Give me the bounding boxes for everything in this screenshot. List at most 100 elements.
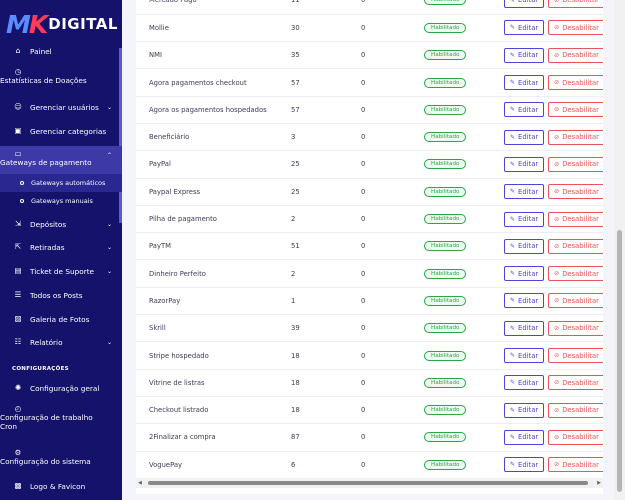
horizontal-scroll-thumb[interactable] (148, 481, 588, 485)
edit-button[interactable]: ✎ Editar (504, 184, 545, 200)
disable-button[interactable]: ⊘ Desabilitar (548, 129, 603, 145)
status-cell: Habilitado (424, 205, 504, 232)
table-row: Agora os pagamentos hospedados 57 0 Habi… (136, 96, 603, 124)
sidebar-item-config-sistema[interactable]: ⚙ Configuração do sistema (0, 449, 122, 469)
gateway-currencies: 2 (291, 269, 296, 278)
sidebar-item-config-cron[interactable]: ◴ Configuração de trabalho Cron (0, 405, 122, 435)
edit-button[interactable]: ✎ Editar (504, 293, 545, 309)
status-badge: Habilitado (424, 377, 467, 388)
table-row: Mollie 30 0 Habilitado ✎ Editar ⊘ Desabilit… (136, 14, 603, 42)
disable-button[interactable]: ⊘ Desabilitar (548, 375, 603, 391)
horizontal-scrollbar[interactable]: ◀ ▶ (136, 478, 603, 488)
edit-button[interactable]: ✎ Editar (504, 129, 545, 145)
sidebar-item-gateways[interactable]: ▭ Gateways de pagamento ⌃ (0, 146, 122, 174)
edit-button[interactable]: ✎ Editar (504, 75, 545, 91)
pencil-icon: ✎ (510, 24, 516, 32)
table-row: PayTM 51 0 Habilitado ✎ Editar ⊘ Desabilita… (136, 233, 603, 260)
disable-button[interactable]: ⊘ Desabilitar (548, 211, 603, 227)
table-row: VoguePay 6 0 Habilitado ✎ Editar ⊘ Desabili… (136, 451, 603, 479)
edit-button[interactable]: ✎ Editar (504, 402, 545, 418)
edit-button[interactable]: ✎ Editar (504, 47, 545, 63)
sidebar-item-usuarios[interactable]: ☺ Gerenciar usuários ⌄ (0, 101, 122, 113)
report-icon: ☷ (14, 337, 22, 346)
edit-button[interactable]: ✎ Editar (504, 0, 545, 8)
eye-slash-icon: ⊘ (554, 160, 560, 168)
disable-button[interactable]: ⊘ Desabilitar (548, 457, 603, 473)
table-row: Skrill 39 0 Habilitado ✎ Editar ⊘ Desabilit… (136, 315, 603, 342)
eye-slash-icon: ⊘ (554, 297, 560, 305)
pencil-icon: ✎ (510, 270, 516, 278)
disable-button[interactable]: ⊘ Desabilitar (548, 293, 603, 309)
disable-button[interactable]: ⊘ Desabilitar (548, 429, 603, 445)
edit-button[interactable]: ✎ Editar (504, 156, 545, 172)
vertical-scrollbar[interactable] (614, 0, 625, 500)
pencil-icon: ✎ (510, 379, 516, 387)
sidebar-item-relatorio[interactable]: ☷ Relatório ⌄ (0, 336, 122, 348)
disable-button[interactable]: ⊘ Desabilitar (548, 75, 603, 91)
gateway-name: PayTM (149, 242, 171, 251)
edit-button[interactable]: ✎ Editar (504, 266, 545, 282)
disable-button[interactable]: ⊘ Desabilitar (548, 266, 603, 282)
actions-cell: ✎ Editar ⊘ Desabilitar (504, 123, 603, 150)
gateway-currencies: 2 (291, 215, 296, 224)
sidebar-item-ticket[interactable]: ▤ Ticket de Suporte ⌄ (0, 265, 122, 277)
gateway-count: 0 (361, 269, 366, 278)
edit-button[interactable]: ✎ Editar (504, 457, 545, 473)
status-cell: Habilitado (424, 69, 504, 96)
edit-button[interactable]: ✎ Editar (504, 429, 545, 445)
gateway-count: 0 (361, 296, 366, 305)
logo[interactable]: MK DIGITAL (6, 10, 118, 39)
category-icon: ▣ (14, 126, 22, 135)
card-icon: ▭ (14, 149, 22, 158)
status-cell: Habilitado (424, 451, 504, 478)
sidebar-subitem-automaticos[interactable]: Gateways automáticos (0, 174, 122, 192)
disable-button[interactable]: ⊘ Desabilitar (548, 320, 603, 336)
disable-button[interactable]: ⊘ Desabilitar (548, 238, 603, 254)
disable-button[interactable]: ⊘ Desabilitar (548, 184, 603, 200)
edit-button[interactable]: ✎ Editar (504, 320, 545, 336)
gateway-currencies: 30 (291, 23, 300, 32)
table-row: PayPal 25 0 Habilitado ✎ Editar ⊘ Desabilit… (136, 151, 603, 179)
sidebar-item-logo-favicon[interactable]: ▩ Logo & Favicon (0, 480, 122, 492)
gateway-count: 0 (361, 242, 366, 251)
edit-button[interactable]: ✎ Editar (504, 211, 545, 227)
gateway-currencies: 18 (291, 406, 300, 415)
sidebar-item-retiradas[interactable]: ⇱ Retiradas ⌄ (0, 241, 122, 253)
actions-cell: ✎ Editar ⊘ Desabilitar (504, 451, 603, 478)
gateway-currencies: 25 (291, 187, 300, 196)
disable-button[interactable]: ⊘ Desabilitar (548, 402, 603, 418)
disable-button[interactable]: ⊘ Desabilitar (548, 156, 603, 172)
status-cell: Habilitado (424, 0, 504, 14)
chevron-down-icon: ⌄ (106, 267, 112, 275)
sidebar-item-posts[interactable]: ☰ Todos os Posts (0, 289, 122, 301)
disable-button[interactable]: ⊘ Desabilitar (548, 20, 603, 36)
gateway-currencies: 18 (291, 351, 300, 360)
eye-slash-icon: ⊘ (554, 106, 560, 114)
image-icon: ▩ (14, 481, 22, 490)
edit-button[interactable]: ✎ Editar (504, 375, 545, 391)
gateway-currencies: 11 (291, 0, 300, 5)
disable-button[interactable]: ⊘ Desabilitar (548, 0, 603, 8)
edit-button[interactable]: ✎ Editar (504, 238, 545, 254)
gateway-count: 0 (361, 105, 366, 114)
vertical-scroll-thumb[interactable] (617, 230, 622, 492)
disable-button[interactable]: ⊘ Desabilitar (548, 102, 603, 118)
sidebar-subitem-manuais[interactable]: Gateways manuais (0, 192, 122, 210)
sidebar-item-depositos[interactable]: ⇲ Depósitos ⌄ (0, 218, 122, 230)
sidebar-item-estatisticas[interactable]: ◷ Estatísticas de Doações (0, 68, 122, 90)
sidebar-item-config-geral[interactable]: ✺ Configuração geral (0, 382, 122, 394)
chevron-down-icon: ⌄ (106, 220, 112, 228)
sidebar-item-galeria[interactable]: ▨ Galeria de Fotos (0, 313, 122, 325)
edit-button[interactable]: ✎ Editar (504, 348, 545, 363)
edit-button[interactable]: ✎ Editar (504, 20, 545, 36)
sidebar-item-painel[interactable]: ⌂ Painel (0, 45, 122, 57)
edit-button[interactable]: ✎ Editar (504, 102, 545, 118)
scroll-right-icon[interactable]: ▶ (597, 480, 601, 486)
sidebar-item-categorias[interactable]: ▣ Gerenciar categorias (0, 125, 122, 137)
disable-button[interactable]: ⊘ Desabilitar (548, 348, 603, 363)
scroll-left-icon[interactable]: ◀ (138, 480, 142, 486)
chevron-down-icon: ⌄ (106, 103, 112, 111)
gateway-name: Pilha de pagamento (149, 215, 217, 224)
gateway-count: 0 (361, 215, 366, 224)
disable-button[interactable]: ⊘ Desabilitar (548, 47, 603, 63)
